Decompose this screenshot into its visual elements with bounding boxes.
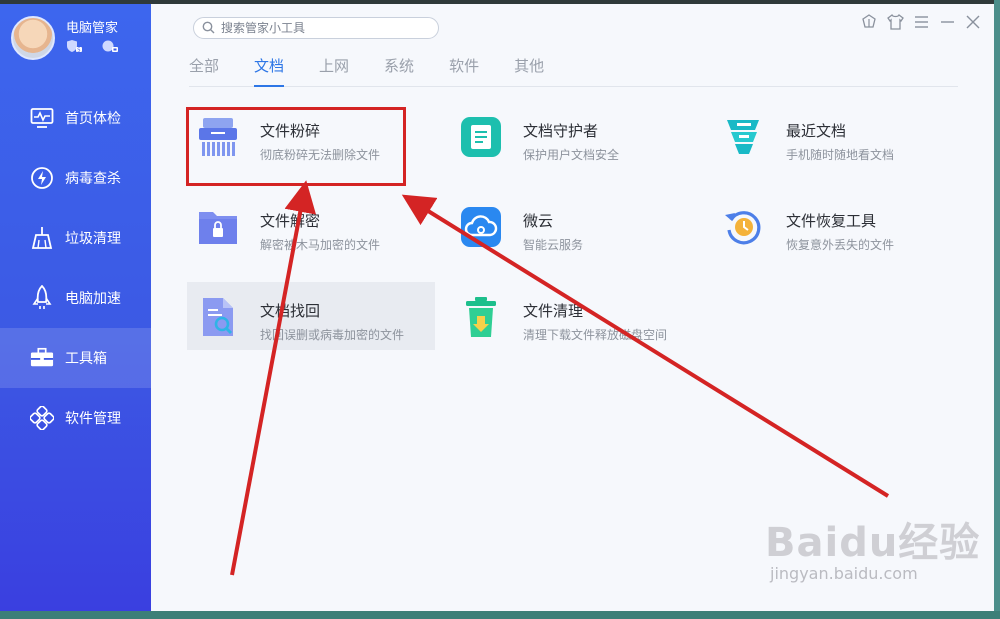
folder-lock-icon	[197, 206, 239, 248]
sidebar-item-toolbox[interactable]: 工具箱	[0, 328, 151, 388]
profile-area: 电脑管家 S	[0, 4, 151, 84]
tool-name: 文件粉碎	[260, 122, 321, 140]
lightning-icon	[30, 166, 54, 190]
tool-file-cleanup[interactable]: 文件清理 清理下载文件释放磁盘空间	[450, 282, 698, 350]
sidebar-item-label: 病毒查杀	[65, 171, 121, 187]
tool-description: 手机随时随地看文档	[786, 148, 895, 162]
tool-document-retrieve[interactable]: 文档找回 找回误删或病毒加密的文件	[187, 282, 435, 350]
tab-system[interactable]: 系统	[384, 52, 414, 86]
vip-badge-icon[interactable]	[102, 39, 118, 53]
doc-search-icon	[197, 296, 239, 338]
tool-name: 文档找回	[260, 302, 321, 320]
tool-recent-documents[interactable]: 最近文档 手机随时随地看文档	[713, 102, 961, 170]
tab-documents[interactable]: 文档	[254, 52, 285, 87]
shredder-icon	[197, 116, 239, 158]
tool-description: 保护用户文档安全	[523, 148, 620, 162]
background-strip-bottom	[0, 611, 1000, 619]
toolbox-icon	[30, 346, 54, 370]
profile-badges: S	[66, 39, 118, 53]
tool-file-decrypt[interactable]: 文件解密 解密被木马加密的文件	[187, 192, 435, 260]
sidebar-item-label: 工具箱	[65, 351, 107, 367]
search-icon	[202, 19, 215, 38]
skin-icon[interactable]	[886, 13, 904, 31]
watermark-logo-text: Baidu经验	[765, 520, 981, 566]
tool-file-recovery[interactable]: 文件恢复工具 恢复意外丢失的文件	[713, 192, 961, 260]
sidebar-item-label: 垃圾清理	[65, 231, 121, 247]
restore-clock-icon	[723, 206, 765, 248]
profile-name: 电脑管家	[66, 21, 119, 36]
tool-weiyun[interactable]: 微云 智能云服务	[450, 192, 698, 260]
tool-name: 文件清理	[523, 302, 584, 320]
feedback-icon[interactable]	[860, 13, 878, 31]
recent-docs-icon	[723, 116, 765, 158]
sidebar-item-label: 电脑加速	[65, 291, 121, 307]
sidebar-item-label: 软件管理	[65, 411, 121, 427]
tool-name: 文档守护者	[523, 122, 599, 140]
broom-icon	[30, 226, 54, 250]
tab-software[interactable]: 软件	[449, 52, 479, 86]
trash-download-icon	[460, 296, 502, 338]
sidebar-item-speedup[interactable]: 电脑加速	[0, 268, 151, 328]
tool-description: 彻底粉碎无法删除文件	[260, 148, 381, 162]
tab-internet[interactable]: 上网	[319, 52, 349, 86]
close-icon[interactable]	[964, 13, 982, 31]
tool-file-shredder[interactable]: 文件粉碎 彻底粉碎无法删除文件	[187, 102, 435, 170]
tab-other[interactable]: 其他	[514, 52, 544, 86]
cloud-icon	[460, 206, 502, 248]
rocket-icon	[30, 285, 54, 310]
tool-description: 恢复意外丢失的文件	[786, 238, 895, 252]
svg-text:S: S	[77, 47, 80, 53]
menu-icon[interactable]	[912, 13, 930, 31]
shield-badge-icon[interactable]: S	[66, 39, 82, 53]
background-strip-right	[994, 0, 1000, 619]
apps-icon	[30, 406, 54, 430]
tool-name: 微云	[523, 212, 554, 230]
tool-document-guardian[interactable]: 文档守护者 保护用户文档安全	[450, 102, 698, 170]
tab-all[interactable]: 全部	[189, 52, 219, 86]
sidebar-item-virus-scan[interactable]: 病毒查杀	[0, 148, 151, 208]
sidebar-item-label: 首页体检	[65, 111, 121, 127]
tool-description: 解密被木马加密的文件	[260, 238, 381, 252]
search-input[interactable]	[219, 20, 423, 36]
category-tabs: 全部 文档 上网 系统 软件 其他	[189, 52, 958, 87]
sidebar-nav: 首页体检 病毒查杀 垃圾清理 电脑加速 工具箱 软件管理	[0, 88, 151, 448]
tool-name: 文件恢复工具	[786, 212, 877, 230]
sidebar-item-junk-clean[interactable]: 垃圾清理	[0, 208, 151, 268]
search-box[interactable]	[193, 17, 439, 39]
tool-description: 清理下载文件释放磁盘空间	[523, 328, 668, 342]
monitor-icon	[30, 106, 54, 130]
sidebar-item-software-manager[interactable]: 软件管理	[0, 388, 151, 448]
document-shield-icon	[460, 116, 502, 158]
tool-name: 文件解密	[260, 212, 321, 230]
tool-name: 最近文档	[786, 122, 847, 140]
tool-description: 找回误删或病毒加密的文件	[260, 328, 405, 342]
baidu-watermark: Baidu经验 jingyan.baidu.com	[765, 510, 980, 583]
window-controls	[860, 13, 982, 31]
sidebar-item-home-check[interactable]: 首页体检	[0, 88, 151, 148]
tool-description: 智能云服务	[523, 238, 584, 252]
avatar[interactable]	[11, 16, 55, 60]
minimize-icon[interactable]	[938, 13, 956, 31]
sidebar: 电脑管家 S 首页体检 病毒查杀 垃圾清理 电脑加速 工具箱 软件管理	[0, 4, 151, 611]
